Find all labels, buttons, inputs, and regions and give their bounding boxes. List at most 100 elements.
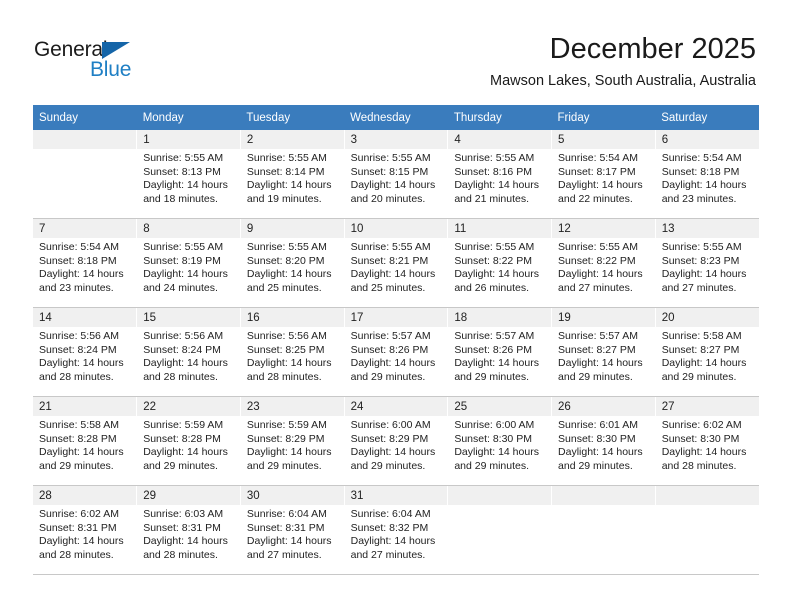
general-blue-logo: General Blue <box>34 38 164 84</box>
daylight-text-line2: and 29 minutes. <box>39 459 114 472</box>
day-number: 16 <box>240 308 344 327</box>
calendar-day-cell[interactable]: 7 Sunrise: 5:54 AM Sunset: 8:18 PM Daylight… <box>33 218 138 308</box>
daylight-text-line1: Daylight: 14 hours <box>454 268 539 281</box>
daylight-text-line2: and 21 minutes. <box>454 192 530 205</box>
daylight-text-line1: Daylight: 14 hours <box>350 268 436 281</box>
calendar-day-cell[interactable]: 15 Sunrise: 5:56 AM Sunset: 8:24 PM Dayligh… <box>136 307 241 397</box>
calendar-day-cell[interactable]: 27 Sunrise: 6:02 AM Sunset: 8:30 PM Dayligh… <box>655 396 759 486</box>
day-sun-info: Sunrise: 5:55 AM Sunset: 8:22 PM Daylight:… <box>448 238 551 295</box>
calendar-day-cell[interactable]: 30 Sunrise: 6:04 AM Sunset: 8:31 PM Dayligh… <box>240 485 345 575</box>
day-sun-info <box>656 505 759 508</box>
day-cell-inner: 21 Sunrise: 5:58 AM Sunset: 8:28 PM Dayligh… <box>33 397 137 485</box>
day-sun-info: Sunrise: 5:55 AM Sunset: 8:23 PM Daylight:… <box>656 238 759 295</box>
weekday-header-row: Sunday Monday Tuesday Wednesday Thursday… <box>33 105 759 130</box>
sunset-text: Sunset: 8:13 PM <box>143 165 221 178</box>
calendar-day-cell[interactable]: 17 Sunrise: 5:57 AM Sunset: 8:26 PM Dayligh… <box>344 307 449 397</box>
calendar-day-cell[interactable]: 5 Sunrise: 5:54 AM Sunset: 8:17 PM Daylight… <box>551 130 656 219</box>
daylight-text-line2: and 26 minutes. <box>454 281 530 294</box>
sunrise-text: Sunrise: 5:58 AM <box>39 419 119 431</box>
calendar-day-cell[interactable]: 31 Sunrise: 6:04 AM Sunset: 8:32 PM Dayligh… <box>344 485 449 575</box>
day-sun-info: Sunrise: 5:57 AM Sunset: 8:27 PM Daylight:… <box>552 327 655 384</box>
calendar-day-cell[interactable]: 2 Sunrise: 5:55 AM Sunset: 8:14 PM Daylight… <box>240 130 345 219</box>
calendar-day-cell[interactable]: 23 Sunrise: 5:59 AM Sunset: 8:29 PM Dayligh… <box>240 396 345 486</box>
calendar-day-cell[interactable]: 10 Sunrise: 5:55 AM Sunset: 8:21 PM Dayligh… <box>344 218 449 308</box>
calendar-day-cell[interactable]: 8 Sunrise: 5:55 AM Sunset: 8:19 PM Daylight… <box>136 218 241 308</box>
daylight-text-line2: and 29 minutes. <box>558 459 633 472</box>
sunset-text: Sunset: 8:24 PM <box>39 343 117 356</box>
calendar-day-cell[interactable] <box>447 485 553 575</box>
daylight-text-line2: and 29 minutes. <box>454 459 530 472</box>
daylight-text-line1: Daylight: 14 hours <box>558 179 643 192</box>
day-sun-info: Sunrise: 6:02 AM Sunset: 8:31 PM Daylight:… <box>33 505 136 562</box>
calendar-day-cell[interactable]: 20 Sunrise: 5:58 AM Sunset: 8:27 PM Dayligh… <box>655 307 759 397</box>
daylight-text-line2: and 28 minutes. <box>39 548 114 561</box>
calendar-day-cell[interactable]: 29 Sunrise: 6:03 AM Sunset: 8:31 PM Dayligh… <box>136 485 241 575</box>
calendar-day-cell[interactable] <box>33 130 138 219</box>
calendar-day-cell[interactable]: 25 Sunrise: 6:00 AM Sunset: 8:30 PM Dayligh… <box>447 396 553 486</box>
day-cell-inner: 23 Sunrise: 5:59 AM Sunset: 8:29 PM Dayligh… <box>240 397 344 485</box>
day-sun-info: Sunrise: 6:00 AM Sunset: 8:29 PM Daylight:… <box>345 416 448 473</box>
sunset-text: Sunset: 8:32 PM <box>350 521 429 534</box>
day-cell-inner <box>655 486 759 574</box>
daylight-text-line1: Daylight: 14 hours <box>246 268 332 281</box>
day-cell-inner: 29 Sunrise: 6:03 AM Sunset: 8:31 PM Dayligh… <box>137 486 240 574</box>
calendar-day-cell[interactable]: 21 Sunrise: 5:58 AM Sunset: 8:28 PM Dayligh… <box>33 396 138 486</box>
calendar-day-cell[interactable]: 28 Sunrise: 6:02 AM Sunset: 8:31 PM Dayligh… <box>33 485 138 575</box>
calendar-day-cell[interactable]: 9 Sunrise: 5:55 AM Sunset: 8:20 PM Daylight… <box>240 218 345 308</box>
calendar-day-cell[interactable]: 22 Sunrise: 5:59 AM Sunset: 8:28 PM Dayligh… <box>136 396 241 486</box>
daylight-text-line2: and 19 minutes. <box>246 192 322 205</box>
calendar-day-cell[interactable]: 6 Sunrise: 5:54 AM Sunset: 8:18 PM Daylight… <box>655 130 759 219</box>
calendar-day-cell[interactable]: 16 Sunrise: 5:56 AM Sunset: 8:25 PM Dayligh… <box>240 307 345 397</box>
calendar-day-cell[interactable]: 13 Sunrise: 5:55 AM Sunset: 8:23 PM Dayligh… <box>655 218 759 308</box>
day-sun-info: Sunrise: 5:55 AM Sunset: 8:21 PM Daylight:… <box>345 238 448 295</box>
sunrise-text: Sunrise: 6:04 AM <box>350 508 431 520</box>
calendar-day-cell[interactable]: 3 Sunrise: 5:55 AM Sunset: 8:15 PM Daylight… <box>344 130 449 219</box>
daylight-text-line1: Daylight: 14 hours <box>246 446 332 459</box>
day-sun-info: Sunrise: 5:55 AM Sunset: 8:20 PM Daylight:… <box>241 238 344 295</box>
day-sun-info: Sunrise: 5:56 AM Sunset: 8:24 PM Daylight:… <box>137 327 240 384</box>
sunrise-text: Sunrise: 5:57 AM <box>350 330 431 342</box>
calendar-day-cell[interactable]: 18 Sunrise: 5:57 AM Sunset: 8:26 PM Dayligh… <box>447 307 553 397</box>
day-cell-inner: 26 Sunrise: 6:01 AM Sunset: 8:30 PM Dayligh… <box>552 397 655 485</box>
daylight-text-line1: Daylight: 14 hours <box>454 357 539 370</box>
daylight-text-line2: and 28 minutes. <box>661 459 737 472</box>
daylight-text-line1: Daylight: 14 hours <box>661 446 747 459</box>
day-cell-inner <box>448 486 552 574</box>
weekday-header-tuesday: Tuesday <box>240 105 345 130</box>
day-sun-info: Sunrise: 5:54 AM Sunset: 8:17 PM Daylight:… <box>552 149 655 206</box>
daylight-text-line1: Daylight: 14 hours <box>661 357 747 370</box>
day-cell-inner: 22 Sunrise: 5:59 AM Sunset: 8:28 PM Dayligh… <box>137 397 240 485</box>
calendar-day-cell[interactable]: 26 Sunrise: 6:01 AM Sunset: 8:30 PM Dayligh… <box>551 396 656 486</box>
day-number <box>33 130 137 149</box>
calendar-day-cell[interactable]: 19 Sunrise: 5:57 AM Sunset: 8:27 PM Dayligh… <box>551 307 656 397</box>
calendar-day-cell[interactable]: 14 Sunrise: 5:56 AM Sunset: 8:24 PM Dayligh… <box>33 307 138 397</box>
calendar-day-cell[interactable]: 4 Sunrise: 5:55 AM Sunset: 8:16 PM Daylight… <box>447 130 553 219</box>
calendar-day-cell[interactable]: 1 Sunrise: 5:55 AM Sunset: 8:13 PM Daylight… <box>136 130 241 219</box>
day-cell-inner <box>33 130 137 218</box>
daylight-text-line2: and 25 minutes. <box>350 281 426 294</box>
sunrise-text: Sunrise: 6:04 AM <box>246 508 327 520</box>
calendar-day-cell[interactable]: 11 Sunrise: 5:55 AM Sunset: 8:22 PM Dayligh… <box>447 218 553 308</box>
sunset-text: Sunset: 8:30 PM <box>558 432 636 445</box>
day-cell-inner: 18 Sunrise: 5:57 AM Sunset: 8:26 PM Dayligh… <box>448 308 552 396</box>
day-number: 3 <box>344 130 448 149</box>
day-number <box>448 486 552 505</box>
calendar-day-cell[interactable]: 24 Sunrise: 6:00 AM Sunset: 8:29 PM Dayligh… <box>344 396 449 486</box>
calendar-day-cell[interactable] <box>655 485 759 575</box>
calendar-day-cell[interactable] <box>551 485 656 575</box>
calendar-day-cell[interactable]: 12 Sunrise: 5:55 AM Sunset: 8:22 PM Dayligh… <box>551 218 656 308</box>
day-number: 11 <box>448 219 552 238</box>
weekday-header-sunday: Sunday <box>33 105 137 130</box>
day-sun-info: Sunrise: 5:58 AM Sunset: 8:27 PM Daylight:… <box>656 327 759 384</box>
day-cell-inner: 16 Sunrise: 5:56 AM Sunset: 8:25 PM Dayligh… <box>240 308 344 396</box>
day-sun-info: Sunrise: 5:58 AM Sunset: 8:28 PM Daylight:… <box>33 416 136 473</box>
daylight-text-line1: Daylight: 14 hours <box>350 446 436 459</box>
day-number: 26 <box>552 397 655 416</box>
daylight-text-line1: Daylight: 14 hours <box>350 179 436 192</box>
day-cell-inner: 6 Sunrise: 5:54 AM Sunset: 8:18 PM Daylight… <box>655 130 759 218</box>
daylight-text-line1: Daylight: 14 hours <box>558 357 643 370</box>
daylight-text-line1: Daylight: 14 hours <box>246 357 332 370</box>
sunset-text: Sunset: 8:22 PM <box>558 254 636 267</box>
day-number: 2 <box>240 130 344 149</box>
day-number: 14 <box>33 308 137 327</box>
